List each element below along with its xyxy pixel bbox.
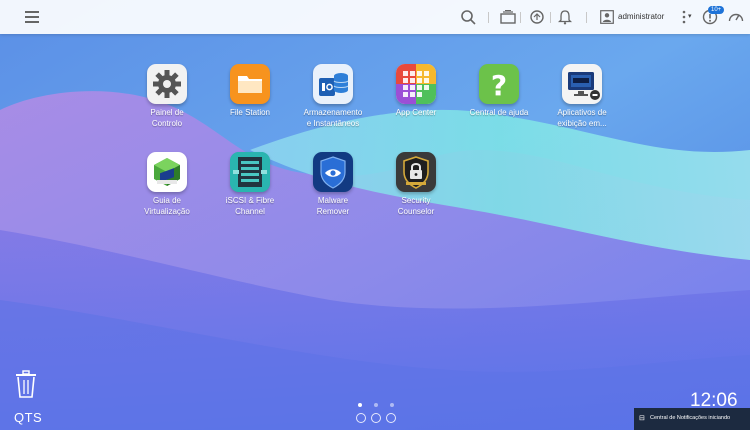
virtualization-cube-icon xyxy=(147,152,187,192)
resource-monitor-icon[interactable] xyxy=(726,7,746,27)
hdmi-monitor-icon xyxy=(562,64,602,104)
app-help-center[interactable]: ? Central de ajuda xyxy=(457,64,541,129)
app-label: Malware Remover xyxy=(316,196,350,216)
toolbar-separator xyxy=(520,12,521,23)
notification-toast[interactable]: ⊟ Central de Notificações iniciando xyxy=(634,408,750,430)
app-hdmi-display[interactable]: Aplicativos de exibição em... xyxy=(540,64,624,129)
search-icon[interactable] xyxy=(458,7,478,27)
shield-icon xyxy=(313,152,353,192)
page-dot-active[interactable] xyxy=(358,403,362,407)
app-control-panel[interactable]: Painel de Controlo xyxy=(125,64,209,129)
toolbar-separator xyxy=(488,12,489,23)
gear-icon xyxy=(147,64,187,104)
lock-shield-icon xyxy=(396,152,436,192)
iscsi-icon xyxy=(230,152,270,192)
storage-icon xyxy=(313,64,353,104)
app-label: Painel de Controlo xyxy=(150,108,184,128)
qts-brand-label: QTS xyxy=(14,410,43,425)
background-tasks-icon[interactable] xyxy=(498,7,518,27)
dashboard-shortcut-icon[interactable] xyxy=(356,413,366,423)
app-malware-remover[interactable]: Malware Remover xyxy=(291,152,375,217)
app-grid-icon xyxy=(396,64,436,104)
toast-text: Central de Notificações iniciando xyxy=(650,415,731,421)
toolbar-separator xyxy=(550,12,551,23)
settings-shortcut-icon[interactable] xyxy=(371,413,381,423)
main-menu-icon[interactable] xyxy=(22,7,42,27)
toast-notification-icon: ⊟ xyxy=(639,415,645,422)
svg-text:?: ? xyxy=(491,69,507,102)
app-label: Guia de Virtualização xyxy=(144,196,190,216)
app-label: Aplicativos de exibição em... xyxy=(557,108,607,128)
app-iscsi-fibre-channel[interactable]: iSCSI & Fibre Channel xyxy=(208,152,292,217)
app-label: Central de ajuda xyxy=(469,108,529,117)
app-label: App Center xyxy=(395,108,437,117)
add-shortcut-icon[interactable] xyxy=(386,413,396,423)
app-file-station[interactable]: File Station xyxy=(208,64,292,129)
app-virtualization-guide[interactable]: Guia de Virtualização xyxy=(125,152,209,217)
toolbar-separator xyxy=(586,12,587,23)
notification-count-badge: 10+ xyxy=(708,6,725,14)
folder-icon xyxy=(230,64,270,104)
more-options-icon[interactable] xyxy=(674,7,694,27)
app-label: File Station xyxy=(229,108,271,117)
notification-bell-icon[interactable] xyxy=(555,7,575,27)
app-security-counselor[interactable]: Security Counselor xyxy=(374,152,458,217)
username-label[interactable]: administrator xyxy=(618,12,664,21)
question-icon: ? xyxy=(479,64,519,104)
user-avatar-icon[interactable] xyxy=(597,7,617,27)
app-app-center[interactable]: App Center xyxy=(374,64,458,129)
app-storage-snapshots[interactable]: Armazenamento e Instantâneos xyxy=(291,64,375,129)
top-bar: administrator ▾ 10+ xyxy=(0,0,750,34)
app-label: iSCSI & Fibre Channel xyxy=(225,196,275,216)
page-dot[interactable] xyxy=(390,403,394,407)
app-label: Armazenamento e Instantâneos xyxy=(303,108,363,128)
app-label: Security Counselor xyxy=(397,196,435,216)
page-dot[interactable] xyxy=(374,403,378,407)
trash-icon[interactable] xyxy=(14,370,38,403)
external-devices-icon[interactable] xyxy=(527,7,547,27)
